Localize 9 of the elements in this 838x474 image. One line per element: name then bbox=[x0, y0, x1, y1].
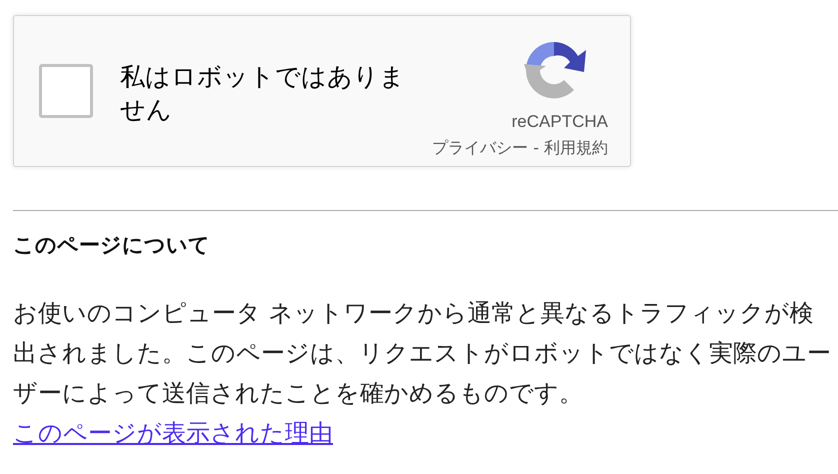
checkbox-label: 私はロボットではありません bbox=[120, 61, 406, 126]
separator: - bbox=[533, 138, 539, 159]
reason-link[interactable]: このページが表示された理由 bbox=[13, 419, 333, 447]
terms-link[interactable]: 利用規約 bbox=[544, 138, 608, 159]
brand-name: reCAPTCHA bbox=[512, 112, 608, 132]
checkbox[interactable] bbox=[39, 64, 93, 118]
privacy-link[interactable]: プライバシー bbox=[432, 138, 528, 159]
section-heading: このページについて bbox=[13, 232, 211, 259]
explanation-paragraph: お使いのコンピュータ ネットワークから通常と異なるトラフィックが検出されました。このページは、リクエストがロボットではなく実際のユーザーによって送信されたことを確かめるものです。 このページが表示された理由 bbox=[13, 298, 832, 449]
